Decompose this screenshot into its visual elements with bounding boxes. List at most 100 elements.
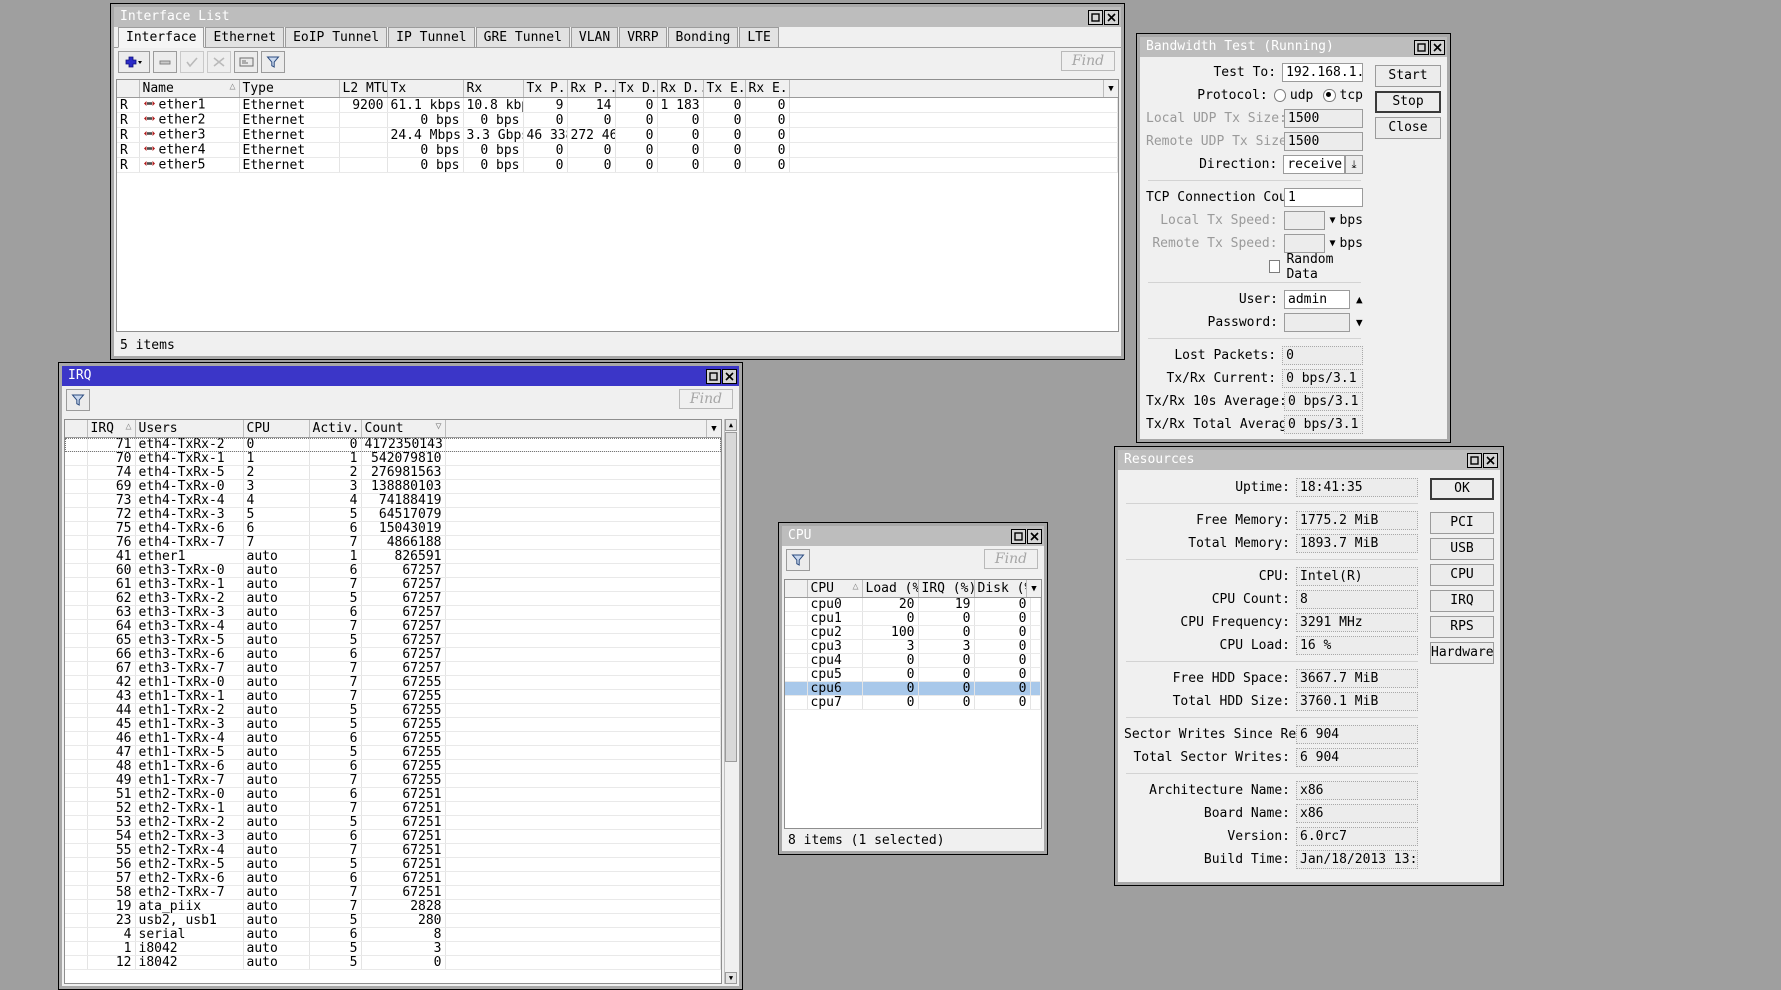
table-row[interactable]: 12 i8042 auto 5 0 [65, 955, 721, 970]
interface-tabs[interactable]: Interface Ethernet EoIP Tunnel IP Tunnel… [114, 27, 1121, 48]
bandwidth-test-window[interactable]: Bandwidth Test (Running) Test To: 192.16… [1136, 33, 1451, 443]
hardware-button[interactable]: Hardware [1430, 642, 1494, 664]
table-row[interactable]: 66 eth3-TxRx-6 auto 6 67257 [65, 647, 721, 662]
table-row[interactable]: 65 eth3-TxRx-5 auto 5 67257 [65, 633, 721, 648]
table-row[interactable]: 61 eth3-TxRx-1 auto 7 67257 [65, 577, 721, 592]
cpu-titlebar[interactable]: CPU [782, 526, 1044, 546]
table-row[interactable]: 69 eth4-TxRx-0 3 3 138880103 [65, 479, 721, 494]
table-row[interactable]: 64 eth3-TxRx-4 auto 7 67257 [65, 619, 721, 634]
table-row[interactable]: 42 eth1-TxRx-0 auto 7 67255 [65, 675, 721, 690]
enable-check-icon[interactable] [180, 51, 204, 73]
scroll-thumb[interactable] [725, 432, 737, 762]
table-row[interactable]: 58 eth2-TxRx-7 auto 7 67251 [65, 885, 721, 900]
table-row[interactable]: 55 eth2-TxRx-4 auto 7 67251 [65, 843, 721, 858]
col-cpu[interactable]: CPU [243, 420, 310, 438]
scroll-up-icon[interactable]: ▲ [725, 419, 737, 431]
col-rx[interactable]: Rx [463, 80, 524, 98]
col-type[interactable]: Type [239, 80, 340, 98]
start-button[interactable]: Start [1375, 65, 1441, 87]
table-row[interactable]: 67 eth3-TxRx-7 auto 7 67257 [65, 661, 721, 676]
table-row[interactable]: 41 ether1 auto 1 826591 [65, 549, 721, 564]
table-row[interactable]: cpu7 0 0 0 [785, 695, 1041, 710]
cpu-table[interactable]: CPU△ Load (%) IRQ (%) Disk (%) cpu020190… [784, 579, 1042, 829]
interface-list-titlebar[interactable]: Interface List [114, 7, 1121, 27]
table-row[interactable]: 73 eth4-TxRx-4 4 4 74188419 [65, 493, 721, 508]
table-row[interactable]: 52 eth2-TxRx-1 auto 7 67251 [65, 801, 721, 816]
chevron-down-icon[interactable]: ▼ [1329, 238, 1335, 249]
close-icon[interactable] [1430, 39, 1445, 55]
table-row[interactable]: 74 eth4-TxRx-5 2 2 276981563 [65, 465, 721, 480]
remote-tx-speed-input[interactable] [1283, 234, 1326, 253]
direction-input[interactable]: receive [1283, 155, 1346, 174]
table-row[interactable]: 75 eth4-TxRx-6 6 6 15043019 [65, 521, 721, 536]
table-row[interactable]: 47 eth1-TxRx-5 auto 5 67255 [65, 745, 721, 760]
disable-cross-icon[interactable] [207, 51, 231, 73]
col-count[interactable]: Count ▽ [361, 420, 446, 438]
col-irq[interactable]: IRQ △ [87, 420, 136, 438]
stop-button[interactable]: Stop [1375, 91, 1441, 113]
col-flag[interactable] [117, 80, 140, 98]
table-row[interactable]: cpu6 0 0 0 [785, 681, 1041, 696]
cpu-find-input[interactable]: Find [984, 549, 1038, 569]
bandwidth-test-titlebar[interactable]: Bandwidth Test (Running) [1140, 37, 1447, 57]
interface-list-window[interactable]: Interface List Interface Ethernet EoIP T… [110, 3, 1125, 360]
radio-udp[interactable] [1273, 89, 1286, 102]
maximize-icon[interactable] [706, 368, 721, 384]
filter-icon[interactable] [66, 389, 90, 411]
table-row[interactable]: 43 eth1-TxRx-1 auto 7 67255 [65, 689, 721, 704]
col-tx[interactable]: Tx [387, 80, 464, 98]
random-data-checkbox[interactable] [1268, 260, 1281, 273]
col-load[interactable]: Load (%) [862, 580, 919, 598]
resources-titlebar[interactable]: Resources [1118, 450, 1500, 470]
table-row[interactable]: 70 eth4-TxRx-1 1 1 542079810 [65, 451, 721, 466]
close-button[interactable]: Close [1375, 117, 1441, 139]
table-row[interactable]: 76 eth4-TxRx-7 7 7 4866188 [65, 535, 721, 550]
scroll-down-icon[interactable]: ▼ [725, 972, 737, 984]
interface-find-input[interactable]: Find [1061, 51, 1115, 71]
radio-tcp[interactable] [1323, 89, 1336, 102]
ok-button[interactable]: OK [1430, 478, 1494, 500]
col-tx-errors[interactable]: Tx E... [703, 80, 746, 98]
chevron-up-icon[interactable]: ▲ [1356, 293, 1363, 306]
maximize-icon[interactable] [1011, 528, 1026, 544]
filter-icon[interactable] [261, 51, 285, 73]
table-row[interactable]: Rether5 Ethernet 0 bps 0 bps 0 0 0 0 0 0 [117, 157, 1118, 173]
table-row[interactable]: cpu0 20 19 0 [785, 597, 1041, 612]
table-row[interactable]: Rether1Ethernet920061.1 kbps10.8 kbps914… [117, 97, 1118, 113]
table-row[interactable]: 44 eth1-TxRx-2 auto 5 67255 [65, 703, 721, 718]
maximize-icon[interactable] [1414, 39, 1429, 55]
local-udp-tx-size-input[interactable]: 1500 [1284, 109, 1363, 128]
table-row[interactable]: cpu4 0 0 0 [785, 653, 1041, 668]
table-row[interactable]: Rether4 Ethernet 0 bps 0 bps 0 0 0 0 0 0 [117, 142, 1118, 158]
rps-button[interactable]: RPS [1430, 616, 1494, 638]
col-tx-drops[interactable]: Tx D... [615, 80, 658, 98]
tab-lte[interactable]: LTE [739, 27, 779, 47]
filter-icon[interactable] [786, 549, 810, 571]
col-rx-packets[interactable]: Rx P... [567, 80, 616, 98]
close-icon[interactable] [1104, 9, 1119, 25]
table-row[interactable]: 48 eth1-TxRx-6 auto 6 67255 [65, 759, 721, 774]
col-active[interactable]: Activ... [309, 420, 362, 438]
table-row[interactable]: 46 eth1-TxRx-4 auto 6 67255 [65, 731, 721, 746]
col-irq[interactable]: IRQ (%) [918, 580, 975, 598]
close-icon[interactable] [1027, 528, 1042, 544]
col-disk[interactable]: Disk (%) [974, 580, 1031, 598]
cpu-table-header[interactable]: CPU△ Load (%) IRQ (%) Disk (%) [785, 580, 1041, 598]
col-name[interactable]: Name △ [139, 80, 240, 98]
resources-window[interactable]: Resources Uptime: 18:41:35 Free Memory: … [1114, 446, 1504, 886]
comment-icon[interactable] [234, 51, 258, 73]
table-row[interactable]: 63 eth3-TxRx-3 auto 6 67257 [65, 605, 721, 620]
maximize-icon[interactable] [1467, 452, 1482, 468]
table-row[interactable]: 4 serial auto 6 8 [65, 927, 721, 942]
col-blank[interactable] [785, 580, 808, 598]
tab-bonding[interactable]: Bonding [667, 27, 739, 47]
irq-window[interactable]: IRQ Find IRQ △ Users CPU Activ. Count ▽ … [58, 362, 743, 990]
table-row[interactable]: Rether3Ethernet 24.4 Mbps3.3 Gbps46 33827… [117, 127, 1118, 143]
table-row[interactable]: 60 eth3-TxRx-0 auto 6 67257 [65, 563, 721, 578]
irq-vertical-scrollbar[interactable]: ▲ ▼ [724, 419, 737, 984]
col-rx-drops[interactable]: Rx D... [657, 80, 704, 98]
tab-gre-tunnel[interactable]: GRE Tunnel [475, 27, 570, 47]
local-tx-speed-input[interactable] [1283, 211, 1326, 230]
tab-ethernet[interactable]: Ethernet [205, 27, 285, 47]
table-row[interactable]: 23 usb2, usb1 auto 5 280 [65, 913, 721, 928]
